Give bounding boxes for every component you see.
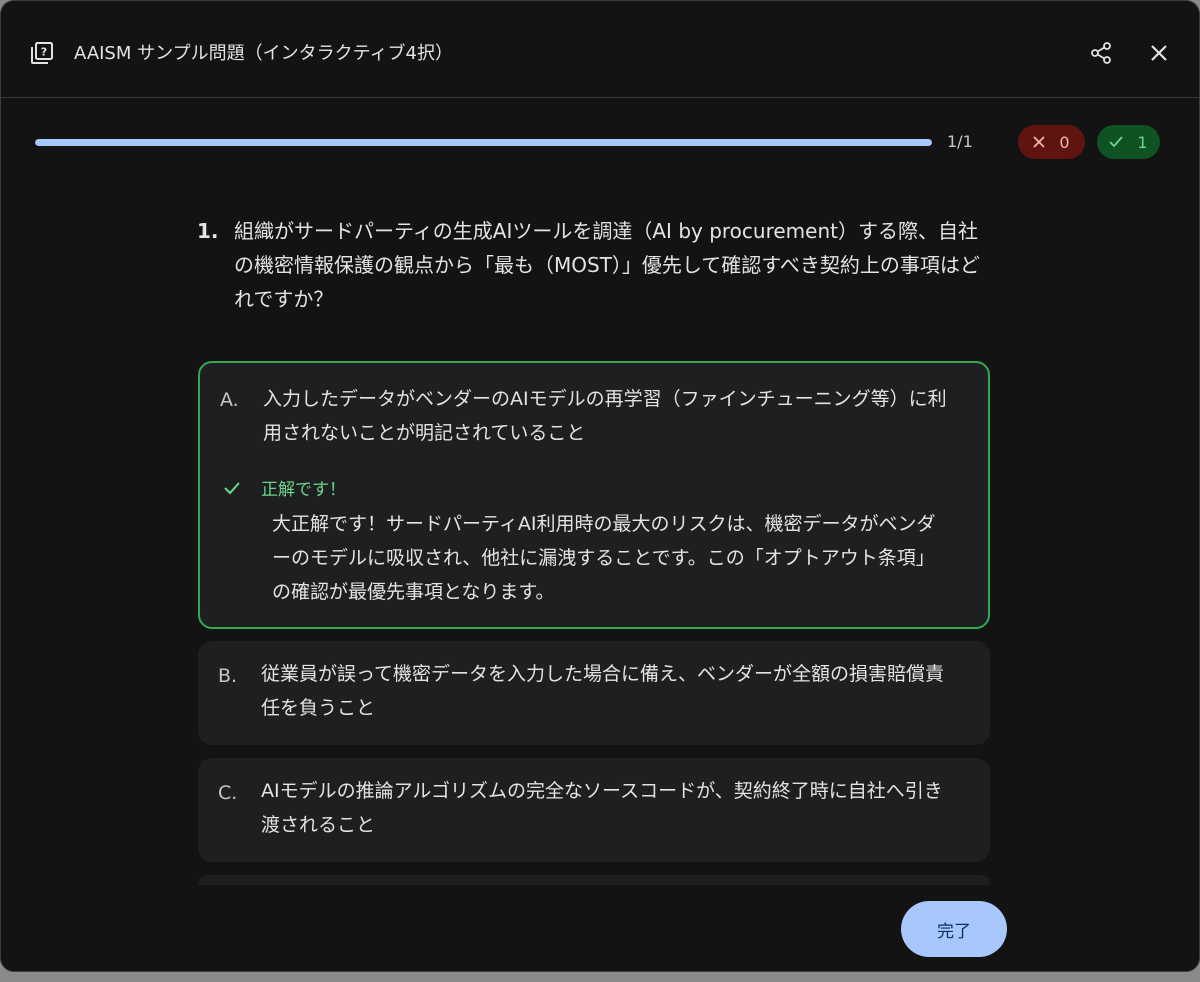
option-letter: A. — [220, 389, 239, 411]
correct-count-badge: 1 — [1097, 125, 1160, 159]
progress-bar — [35, 139, 932, 146]
svg-text:?: ? — [41, 46, 47, 59]
cross-icon — [1033, 136, 1046, 148]
question: 1. 組織がサードパーティの生成AIツールを調達（AI by procureme… — [197, 214, 987, 316]
quiz-dialog: ? AAISM サンプル問題（インタラクティブ4択） 1/1 0 1 1. 組織… — [0, 0, 1200, 972]
close-icon — [1151, 45, 1167, 61]
option-a[interactable]: A. 入力したデータがベンダーのAIモデルの再学習（ファインチューニング等）に利… — [198, 361, 990, 629]
option-letter: C. — [218, 782, 238, 804]
dialog-header: ? AAISM サンプル問題（インタラクティブ4択） — [1, 1, 1199, 98]
question-number: 1. — [197, 219, 219, 243]
question-text: 組織がサードパーティの生成AIツールを調達（AI by procurement）… — [234, 219, 980, 311]
option-letter: B. — [218, 665, 238, 687]
option-text: 従業員が誤って機密データを入力した場合に備え、ベンダーが全額の損害賠償責任を負う… — [261, 663, 945, 719]
option-text: 入力したデータがベンダーのAIモデルの再学習（ファインチューニング等）に利用され… — [263, 388, 947, 444]
correct-count: 1 — [1137, 132, 1148, 152]
share-button[interactable] — [1087, 39, 1115, 67]
close-button[interactable] — [1145, 39, 1173, 67]
feedback-explanation: 大正解です！サードパーティAI利用時の最大のリスクは、機密データがベンダーのモデ… — [272, 513, 936, 603]
wrong-count: 0 — [1059, 132, 1070, 152]
option-d-partial — [198, 875, 990, 885]
quiz-icon: ? — [30, 41, 54, 65]
wrong-count-badge: 0 — [1018, 125, 1085, 159]
check-icon — [1109, 136, 1124, 148]
progress-fill — [35, 139, 932, 146]
progress-label: 1/1 — [947, 132, 973, 151]
dialog-title: AAISM サンプル問題（インタラクティブ4択） — [74, 43, 453, 64]
check-icon — [224, 482, 240, 495]
share-icon — [1091, 42, 1111, 64]
option-b[interactable]: B. 従業員が誤って機密データを入力した場合に備え、ベンダーが全額の損害賠償責任… — [198, 641, 990, 745]
feedback-label: 正解です！ — [261, 480, 346, 500]
option-text: AIモデルの推論アルゴリズムの完全なソースコードが、契約終了時に自社へ引き渡され… — [261, 780, 943, 836]
option-c[interactable]: C. AIモデルの推論アルゴリズムの完全なソースコードが、契約終了時に自社へ引き… — [198, 758, 990, 862]
done-button[interactable]: 完了 — [901, 901, 1007, 957]
